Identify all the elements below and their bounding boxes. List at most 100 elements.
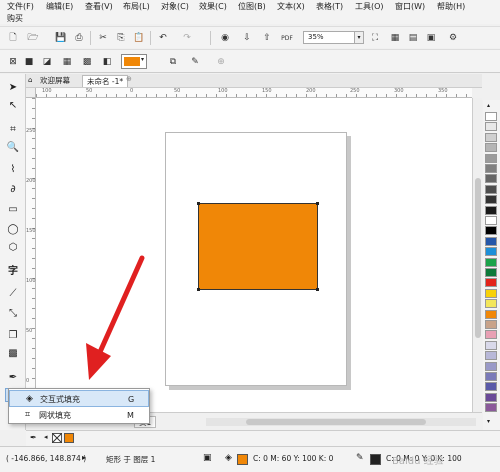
horizontal-scrollbar[interactable] (206, 418, 476, 426)
fill-color-indicator[interactable] (237, 454, 248, 465)
rectangle-node[interactable] (197, 202, 200, 205)
palette-swatch[interactable] (485, 288, 497, 298)
rectangle-node[interactable] (316, 288, 319, 291)
paste-icon[interactable]: 📋 (132, 31, 146, 45)
vertical-scrollbar[interactable] (472, 98, 482, 412)
palette-swatch[interactable] (485, 257, 497, 267)
rectangle-node[interactable] (197, 288, 200, 291)
interactive-fill-item[interactable]: ◈ 交互式填充 G (9, 390, 149, 407)
palette-scroll-up-icon[interactable]: ▴ (487, 102, 490, 109)
transparency-tool-icon[interactable]: ▩ (5, 346, 21, 360)
uniform-fill-icon[interactable]: ■ (22, 55, 36, 69)
export-icon[interactable]: ⇧ (260, 31, 274, 45)
print-icon[interactable]: ⎙ (72, 31, 86, 45)
palette-swatch[interactable] (485, 382, 497, 392)
menu-file[interactable]: 文件(F) (7, 1, 34, 12)
palette-swatch[interactable] (485, 122, 497, 132)
palette-swatch[interactable] (485, 164, 497, 173)
horizontal-ruler[interactable]: 100 50 0 50 100 150 200 250 300 350 (36, 88, 472, 98)
artistic-media-tool-icon[interactable]: ∂ (5, 182, 21, 196)
palette-swatch[interactable] (485, 320, 497, 329)
palette-swatch[interactable] (485, 340, 497, 350)
rectangle-node[interactable] (316, 202, 319, 205)
menu-edit[interactable]: 编辑(E) (46, 1, 73, 12)
palette-swatch[interactable] (485, 112, 497, 121)
zoom-dropdown-icon[interactable]: ▾ (355, 31, 364, 44)
palette-swatch[interactable] (485, 361, 497, 371)
cut-icon[interactable]: ✂ (96, 31, 110, 45)
document-color-swatch[interactable] (64, 433, 74, 443)
palette-swatch[interactable] (485, 278, 497, 288)
snap-to-icon[interactable]: ▣ (424, 31, 438, 45)
document-page[interactable] (165, 132, 347, 386)
publish-pdf-icon[interactable]: PDF (280, 31, 294, 45)
palette-swatch[interactable] (485, 309, 497, 319)
rectangle-tool-icon[interactable]: ▭ (5, 202, 21, 216)
palette-swatch[interactable] (485, 226, 497, 236)
import-icon[interactable]: ⇩ (240, 31, 254, 45)
palette-swatch[interactable] (485, 236, 497, 246)
crop-tool-icon[interactable]: ⌗ (5, 122, 21, 136)
no-color-swatch[interactable] (52, 433, 62, 443)
eyedropper-tool-icon[interactable]: ✒ (5, 370, 21, 384)
tab-untitled-document[interactable]: 未命名 -1* (82, 75, 129, 87)
open-icon[interactable]: 🗁 (26, 31, 40, 45)
menu-object[interactable]: 对象(C) (161, 1, 189, 12)
redo-icon[interactable]: ↷ (180, 31, 194, 45)
palette-swatch[interactable] (485, 205, 497, 215)
ellipse-tool-icon[interactable]: ◯ (5, 222, 21, 236)
bitmap-pattern-fill-icon[interactable]: ▩ (80, 55, 94, 69)
orange-rectangle[interactable] (197, 202, 319, 291)
polygon-tool-icon[interactable]: ⬡ (5, 240, 21, 254)
mesh-fill-item[interactable]: ⌗ 网状填充 M (9, 407, 149, 424)
palette-swatch[interactable] (485, 372, 497, 381)
menu-tools[interactable]: 工具(O) (355, 1, 384, 12)
search-content-icon[interactable]: ◉ (218, 31, 232, 45)
connector-tool-icon[interactable]: ⤡ (5, 306, 21, 320)
home-icon[interactable]: ⌂ (28, 76, 32, 84)
save-icon[interactable]: 💾 (54, 31, 68, 45)
palette-swatch[interactable] (485, 392, 497, 402)
text-tool-icon[interactable]: 字 (5, 262, 21, 277)
palette-swatch[interactable] (485, 403, 497, 413)
add-icon[interactable]: ⊕ (214, 55, 228, 69)
tab-welcome-screen[interactable]: 欢迎屏幕 (36, 75, 74, 87)
menu-table[interactable]: 表格(T) (316, 1, 343, 12)
menu-layout[interactable]: 布局(L) (123, 1, 150, 12)
drawing-canvas[interactable] (36, 98, 472, 412)
vertical-ruler[interactable]: 250 200 150 100 50 0 (26, 98, 36, 412)
outline-color-indicator[interactable] (370, 454, 381, 465)
zoom-level-input[interactable]: 35% (303, 31, 355, 44)
undo-icon[interactable]: ↶ (156, 31, 170, 45)
palette-scroll-down-icon[interactable]: ▾ (487, 418, 490, 425)
menu-buy[interactable]: 购买 (7, 13, 23, 24)
drop-shadow-tool-icon[interactable]: ❐ (5, 328, 21, 342)
vector-pattern-fill-icon[interactable]: ▦ (60, 55, 74, 69)
freehand-tool-icon[interactable]: ⌇ (5, 162, 21, 176)
parallel-dimension-tool-icon[interactable]: ⟋ (5, 286, 21, 300)
vertical-scroll-thumb[interactable] (475, 178, 481, 338)
menu-bitmaps[interactable]: 位图(B) (238, 1, 266, 12)
fountain-fill-icon[interactable]: ◪ (40, 55, 54, 69)
menu-effects[interactable]: 效果(C) (199, 1, 227, 12)
texture-fill-icon[interactable]: ◧ (100, 55, 114, 69)
edit-fill-icon[interactable]: ✎ (188, 55, 202, 69)
menu-window[interactable]: 窗口(W) (395, 1, 425, 12)
menu-view[interactable]: 查看(V) (85, 1, 113, 12)
copy-icon[interactable]: ⎘ (114, 31, 128, 45)
full-screen-icon[interactable]: ⛶ (368, 31, 382, 45)
options-icon[interactable]: ⚙ (446, 31, 460, 45)
palette-swatch[interactable] (485, 132, 497, 142)
palette-swatch[interactable] (485, 330, 497, 340)
menu-text[interactable]: 文本(X) (277, 1, 305, 12)
add-tab-icon[interactable]: ⊕ (126, 75, 132, 83)
expand-icon[interactable]: ▸ (82, 453, 86, 462)
palette-swatch[interactable] (485, 153, 497, 163)
copy-fill-icon[interactable]: ⧉ (166, 55, 180, 69)
palette-swatch[interactable] (485, 268, 497, 277)
menu-help[interactable]: 帮助(H) (437, 1, 465, 12)
pick-tool-icon[interactable]: ➤ (5, 80, 21, 94)
palette-swatch[interactable] (485, 143, 497, 153)
horizontal-scroll-thumb[interactable] (246, 419, 426, 425)
palette-swatch[interactable] (485, 299, 497, 309)
